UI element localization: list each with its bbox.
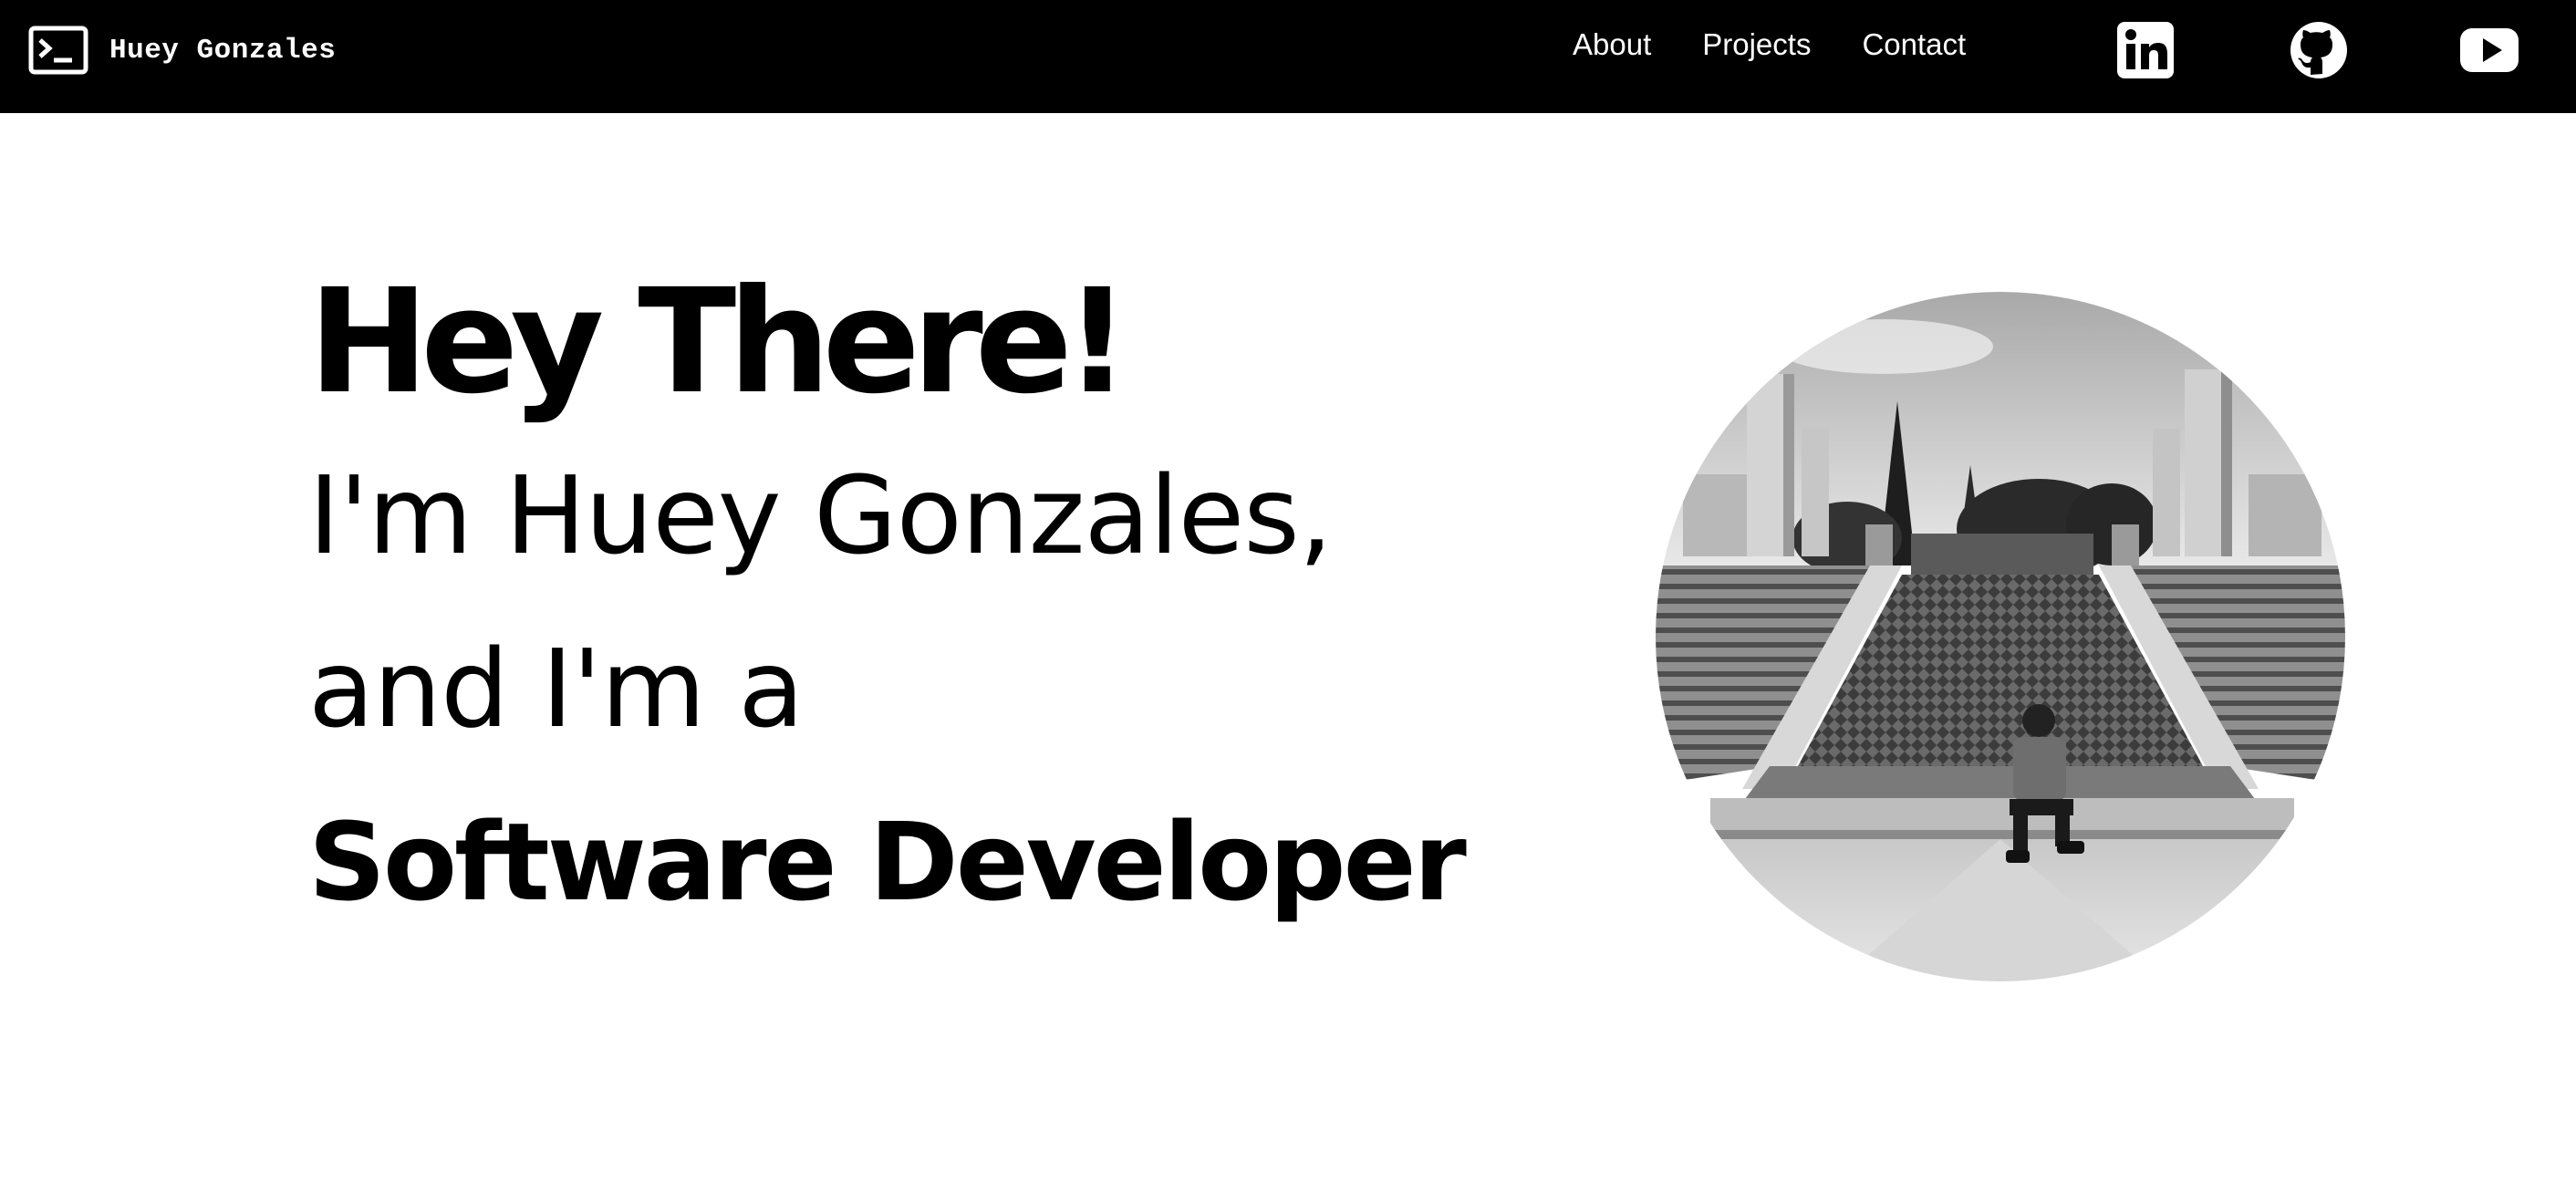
hero-greeting: Hey There!: [308, 258, 1130, 426]
hero-text-block: Hey There! I'm Huey Gonzales, and I'm a …: [308, 255, 1494, 949]
nav-menu: About Projects Contact: [1573, 26, 2017, 63]
nav-link-about[interactable]: About: [1573, 26, 1651, 63]
hero-role: Software Developer: [308, 799, 1467, 925]
linkedin-icon: [2117, 22, 2174, 78]
brand-link[interactable]: Huey Gonzales: [28, 26, 336, 75]
top-navbar: Huey Gonzales About Projects Contact: [0, 0, 2576, 113]
profile-photo: [1656, 292, 2345, 981]
hero-intro-line: I'm Huey Gonzales,: [308, 452, 1333, 578]
terminal-icon: [28, 26, 88, 75]
github-link[interactable]: [2289, 20, 2349, 80]
nav-link-contact[interactable]: Contact: [1862, 26, 1966, 63]
github-icon: [2290, 22, 2347, 78]
youtube-icon: [2460, 28, 2519, 72]
profile-photo-image: [1656, 292, 2345, 981]
linkedin-link[interactable]: [2115, 20, 2176, 80]
nav-link-projects[interactable]: Projects: [1702, 26, 1811, 63]
brand-name: Huey Gonzales: [109, 34, 337, 67]
youtube-link[interactable]: [2459, 20, 2519, 80]
hero-intro-line-2: and I'm a: [308, 626, 805, 752]
